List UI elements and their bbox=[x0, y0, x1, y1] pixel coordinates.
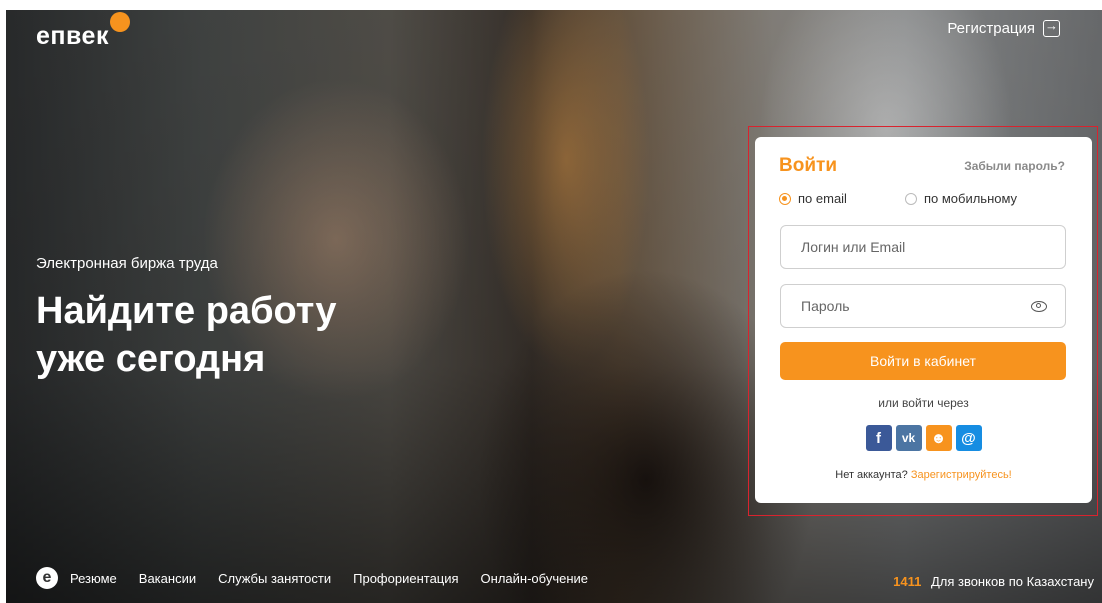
register-label: Регистрация bbox=[947, 20, 1035, 37]
odnoklassniki-icon[interactable]: ☻ bbox=[925, 425, 952, 451]
login-button[interactable]: Войти в кабинет bbox=[780, 342, 1066, 380]
footer-nav-item[interactable]: Онлайн-обучение bbox=[481, 571, 588, 586]
social-login: f vk ☻ @ bbox=[755, 425, 1092, 451]
radio-email-label: по email bbox=[798, 191, 847, 206]
hotline-label: Для звонков по Казахстану bbox=[930, 574, 1094, 589]
headline-line-2: уже сегодня bbox=[36, 338, 266, 380]
vk-icon[interactable]: vk bbox=[895, 425, 922, 451]
login-arrow-icon bbox=[1043, 18, 1060, 37]
login-input[interactable] bbox=[799, 238, 1047, 256]
no-account-row: Нет аккаунта? Зарегистрируйтесь! bbox=[755, 469, 1092, 481]
login-card: Войти Забыли пароль? по email по мобильн… bbox=[755, 137, 1092, 503]
radio-email[interactable]: по email bbox=[779, 191, 847, 206]
password-input[interactable] bbox=[799, 297, 1031, 315]
hotline[interactable]: 1411 Для звонков по Казахстану bbox=[893, 574, 1094, 589]
hero-headline: Найдите работу уже сегодня bbox=[36, 287, 496, 383]
headline-line-1: Найдите работу bbox=[36, 290, 337, 332]
footer-nav-item[interactable]: Резюме bbox=[70, 571, 117, 586]
mailru-icon[interactable]: @ bbox=[955, 425, 982, 451]
radio-phone[interactable]: по мобильному bbox=[904, 191, 1018, 206]
hotline-number: 1411 bbox=[893, 574, 922, 589]
eye-icon[interactable] bbox=[1031, 300, 1047, 312]
alt-login-label: или войти через bbox=[878, 396, 969, 410]
radio-checked-icon bbox=[779, 192, 791, 205]
no-account-text: Нет аккаунта? bbox=[835, 469, 908, 481]
footer-nav: e Резюме Вакансии Службы занятости Профо… bbox=[36, 567, 588, 589]
hero-subtitle: Электронная биржа труда bbox=[36, 255, 218, 272]
login-field[interactable] bbox=[780, 225, 1066, 269]
footer-logo-icon[interactable]: e bbox=[36, 567, 58, 589]
login-title: Войти bbox=[779, 155, 837, 176]
register-now-link[interactable]: Зарегистрируйтесь! bbox=[911, 469, 1012, 481]
logo[interactable]: епвек bbox=[36, 22, 109, 51]
radio-phone-label: по мобильному bbox=[923, 191, 1018, 206]
radio-unchecked-icon bbox=[904, 192, 917, 205]
facebook-icon[interactable]: f bbox=[865, 425, 892, 451]
footer-nav-item[interactable]: Вакансии bbox=[139, 571, 196, 586]
password-field[interactable] bbox=[780, 284, 1066, 328]
footer-nav-item[interactable]: Профориентация bbox=[353, 571, 458, 586]
register-link[interactable]: Регистрация bbox=[947, 18, 1060, 37]
logo-mark bbox=[110, 12, 130, 32]
footer-nav-item[interactable]: Службы занятости bbox=[218, 571, 331, 586]
login-method: по email по мобильному bbox=[779, 191, 1017, 206]
forgot-password-link[interactable]: Забыли пароль? bbox=[964, 159, 1065, 173]
